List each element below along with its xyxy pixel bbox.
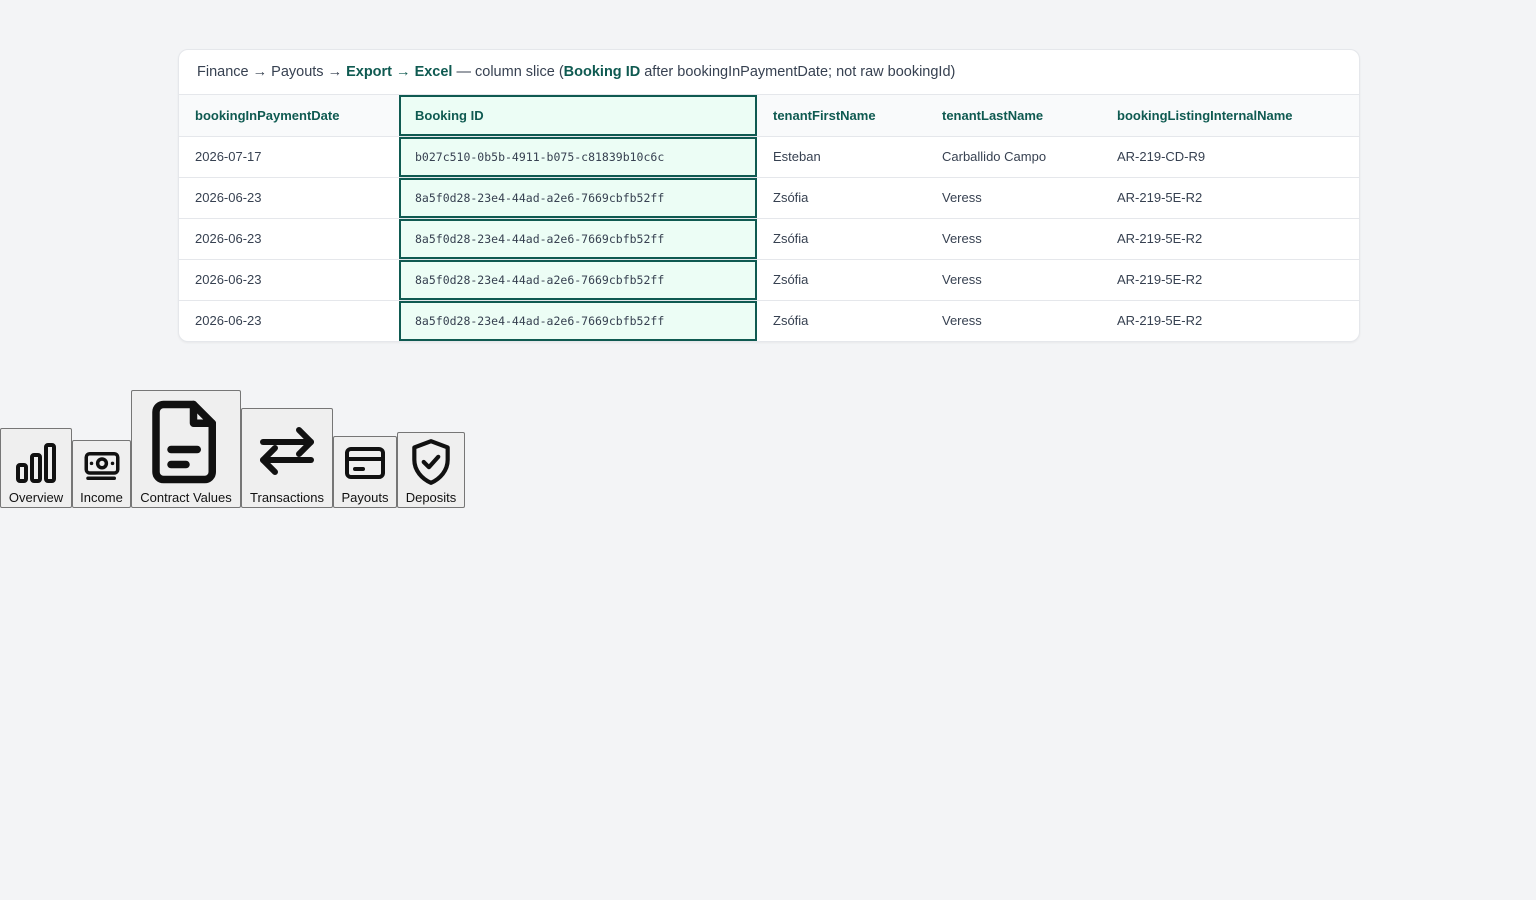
nav-overview-label: Overview — [8, 490, 64, 505]
cell-payment-date: 2026-06-23 — [179, 177, 399, 219]
caption-slice-note: — column slice ( — [452, 64, 564, 80]
cell-tenant-last-name: Veress — [942, 313, 982, 329]
cell-tenant-last-name: Veress — [926, 218, 1101, 260]
cell-listing-internal-name: AR-219-5E-R2 — [1101, 218, 1359, 260]
shield-check-icon — [412, 439, 450, 485]
caption-path: Finance → Payouts → — [197, 64, 347, 80]
bar-chart-icon — [16, 443, 56, 483]
credit-card-icon — [345, 447, 385, 479]
table-header-row: bookingInPaymentDate Booking ID tenantFi… — [179, 95, 1359, 137]
cell-payment-date: 2026-07-17 — [179, 136, 399, 178]
cell-tenant-first-name: Zsófia — [757, 218, 926, 260]
nav-deposits-label: Deposits — [405, 490, 457, 505]
cell-tenant-first-name: Zsófia — [757, 259, 926, 301]
nav-contract-values-label: Contract Values — [140, 490, 232, 505]
nav-transactions-button[interactable]: Transactions — [241, 408, 333, 508]
table-row: 2026-06-23 8a5f0d28-23e4-44ad-a2e6-7669c… — [179, 259, 1359, 301]
nav-payouts-button[interactable]: Payouts — [333, 436, 397, 508]
table-row: 2026-06-23 8a5f0d28-23e4-44ad-a2e6-7669c… — [179, 177, 1359, 219]
cell-booking-id: 8a5f0d28-23e4-44ad-a2e6-7669cbfb52ff — [399, 177, 757, 219]
banknote-icon — [84, 452, 119, 480]
cell-listing-internal-name: AR-219-CD-R9 — [1101, 136, 1359, 178]
cell-tenant-first-name: Esteban — [757, 136, 926, 178]
cell-booking-id: b027c510-0b5b-4911-b075-c81839b10c6c — [399, 136, 757, 178]
cell-listing-internal-name: AR-219-5E-R2 — [1101, 259, 1359, 301]
header-booking-listing-internal-name: bookingListingInternalName — [1101, 95, 1359, 137]
caption-booking-id: Booking ID — [563, 64, 641, 80]
header-booking-in-payment-date: bookingInPaymentDate — [179, 95, 399, 137]
caption-slice-detail: after bookingInPaymentDate; not raw book… — [640, 64, 956, 80]
cell-tenant-first-name: Zsófia — [757, 177, 926, 219]
nav-overview-button[interactable]: Overview — [0, 428, 72, 508]
table-row: 2026-07-17 b027c510-0b5b-4911-b075-c8183… — [179, 136, 1359, 178]
nav-contract-values-button[interactable]: Contract Values — [131, 390, 241, 508]
document-icon — [152, 400, 216, 484]
export-caption: Finance → Payouts → Export → Excel — col… — [179, 50, 1359, 95]
arrows-swap-icon — [260, 427, 314, 475]
caption-export-excel: Export → Excel — [346, 64, 453, 80]
nav-income-label: Income — [80, 490, 123, 505]
cell-booking-id: 8a5f0d28-23e4-44ad-a2e6-7669cbfb52ff — [399, 218, 757, 260]
cell-booking-id: 8a5f0d28-23e4-44ad-a2e6-7669cbfb52ff — [399, 259, 757, 301]
nav-deposits-button[interactable]: Deposits — [397, 432, 465, 508]
export-preview-card: Finance → Payouts → Export → Excel — col… — [178, 49, 1360, 342]
table-row: 2026-06-23 8a5f0d28-23e4-44ad-a2e6-7669c… — [179, 218, 1359, 260]
export-table: bookingInPaymentDate Booking ID tenantFi… — [179, 95, 1359, 341]
cell-tenant-first-name: Zsófia — [773, 313, 809, 329]
cell-listing-internal-name: AR-219-5E-R2 — [1117, 313, 1203, 329]
cell-tenant-last-name: Carballido Campo — [926, 136, 1101, 178]
cell-tenant-last-name: Veress — [926, 177, 1101, 219]
cell-payment-date: 2026-06-23 — [195, 313, 262, 329]
cell-listing-internal-name: AR-219-5E-R2 — [1101, 177, 1359, 219]
cell-payment-date: 2026-06-23 — [179, 259, 399, 301]
cell-booking-id: 8a5f0d28-23e4-44ad-a2e6-7669cbfb52ff — [399, 300, 757, 341]
cell-payment-date: 2026-06-23 — [179, 218, 399, 260]
nav-income-button[interactable]: Income — [72, 440, 131, 508]
header-tenant-last-name: tenantLastName — [926, 95, 1101, 137]
nav-payouts-label: Payouts — [341, 490, 389, 505]
table-row: 2026-06-23 8a5f0d28-23e4-44ad-a2e6-7669c… — [179, 300, 1359, 341]
cell-tenant-last-name: Veress — [926, 259, 1101, 301]
header-booking-id: Booking ID — [399, 95, 757, 137]
header-tenant-first-name: tenantFirstName — [757, 95, 926, 137]
nav-transactions-label: Transactions — [250, 490, 324, 505]
